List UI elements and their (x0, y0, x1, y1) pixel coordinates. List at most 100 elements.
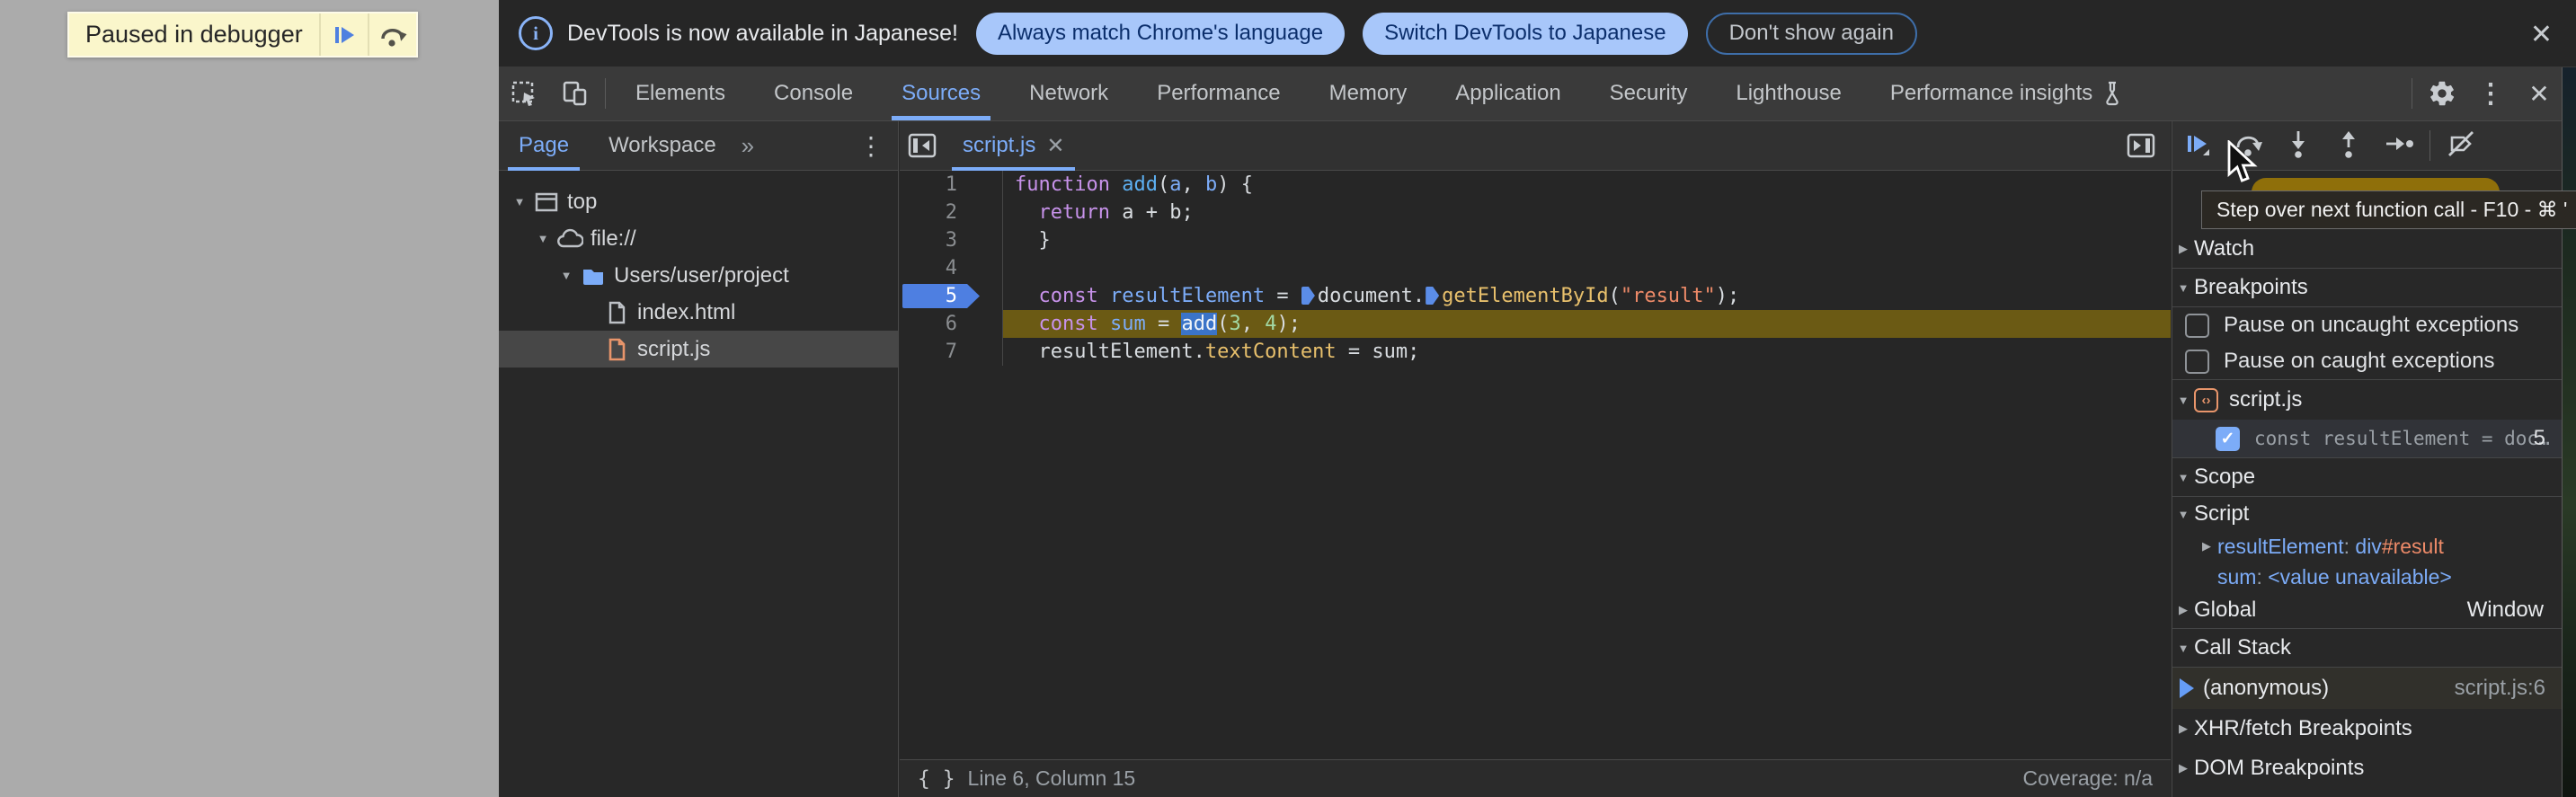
scope-var-sum[interactable]: ▶ sum: <value unavailable> (2172, 562, 2562, 592)
section-call-stack[interactable]: ▼ Call Stack (2172, 629, 2562, 668)
watch-label: Watch (2194, 236, 2255, 261)
scope-global-group[interactable]: ▶ Global Window (2172, 592, 2562, 629)
file-tree: ▼ top ▼ file:// ▼ Users/user/project index.htm… (499, 171, 898, 368)
collapse-right-icon (2127, 133, 2155, 158)
breakpoint-file-group[interactable]: ▼ ‹› script.js (2172, 380, 2562, 420)
tab-network[interactable]: Network (1005, 66, 1133, 120)
devtools-close-button[interactable]: ✕ (2515, 66, 2563, 120)
devtools-toolbar: Elements Console Sources Network Performance… (499, 66, 2576, 121)
tab-console[interactable]: Console (750, 66, 877, 120)
info-icon: i (519, 16, 553, 50)
step-button[interactable] (2374, 121, 2424, 170)
tree-item-label: file:// (591, 226, 636, 251)
scope-label: Scope (2194, 465, 2256, 489)
pause-uncaught-label: Pause on uncaught exceptions (2224, 313, 2519, 337)
chevron-right-icon: ▶ (2179, 722, 2188, 735)
navigator-menu-icon[interactable]: ⋮ (858, 131, 884, 161)
tab-page[interactable]: Page (499, 121, 589, 171)
scope-var-resultElement[interactable]: ▶ resultElement: div #result (2172, 531, 2562, 562)
gutter-line-3[interactable]: 3 (900, 226, 1003, 254)
chevron-right-icon: ▶ (2179, 761, 2188, 775)
inline-breakpoint-marker-icon[interactable] (1426, 287, 1440, 305)
caret-down-icon: ▼ (537, 232, 549, 245)
tab-application[interactable]: Application (1431, 66, 1585, 120)
switch-devtools-japanese-button[interactable]: Switch DevTools to Japanese (1363, 12, 1688, 55)
code-line-2: 2 return a + b; (900, 199, 2171, 226)
gutter-line-6[interactable]: 6 (900, 310, 1003, 338)
tree-item-top[interactable]: ▼ top (499, 183, 898, 220)
code-text-line-4[interactable] (1003, 254, 2171, 282)
breakpoint-entry-checkbox[interactable] (2216, 426, 2240, 451)
code-text-line-1[interactable]: function add(a, b) { (1003, 171, 2171, 199)
tree-item-file[interactable]: ▼ file:// (499, 220, 898, 257)
pretty-print-button[interactable]: { } (918, 767, 955, 791)
tab-security[interactable]: Security (1586, 66, 1712, 120)
tab-label: Memory (1328, 81, 1408, 105)
deactivate-breakpoints-button[interactable] (2436, 121, 2486, 170)
folder-icon (583, 269, 603, 285)
tree-item-users-user-project[interactable]: ▼ Users/user/project (499, 257, 898, 294)
gutter-line-7[interactable]: 7 (900, 338, 1003, 366)
step-icon (2383, 128, 2415, 164)
always-match-language-button[interactable]: Always match Chrome's language (975, 12, 1346, 55)
code-text-line-7[interactable]: resultElement.textContent = sum; (1003, 338, 2171, 366)
code-text-line-5[interactable]: const resultElement = document. getElemen… (1003, 282, 2171, 310)
current-frame-icon (2180, 678, 2194, 698)
tab-performance-insights[interactable]: Performance insights (1866, 66, 2147, 120)
tab-label: Security (1609, 81, 1688, 105)
tab-sources[interactable]: Sources (877, 66, 1005, 120)
gutter-line-5[interactable]: 5 (900, 282, 1003, 310)
resume-script-button[interactable] (318, 13, 368, 56)
chevron-down-icon: ▼ (2177, 641, 2190, 655)
tab-performance[interactable]: Performance (1133, 66, 1304, 120)
page-background: Paused in debugger (0, 0, 499, 797)
code-line-7: 7 resultElement.textContent = sum; (900, 338, 2171, 366)
toolbar-right-controls: ⋮ ✕ (2406, 66, 2563, 120)
gutter-line-1[interactable]: 1 (900, 171, 1003, 199)
step-over-button-page[interactable] (367, 13, 416, 56)
paused-banner-area: Step over next function call - F10 - ⌘ ' (2172, 171, 2576, 230)
section-scope[interactable]: ▼ Scope (2172, 458, 2562, 497)
step-over-tooltip: Step over next function call - F10 - ⌘ ' (2201, 190, 2576, 229)
section-breakpoints[interactable]: ▼ Breakpoints (2172, 269, 2562, 307)
section-xhr-breakpoints[interactable]: ▶ XHR/fetch Breakpoints (2172, 709, 2562, 748)
toggle-navigator-button[interactable] (900, 119, 945, 173)
breakpoint-entry[interactable]: const resultElement = doc… 5 (2172, 420, 2562, 458)
code-text-line-3[interactable]: } (1003, 226, 2171, 254)
scope-script-group[interactable]: ▼ Script (2172, 497, 2562, 531)
tree-item-index-html[interactable]: index.html (499, 294, 898, 331)
editor-tab-scriptjs[interactable]: script.js ✕ (950, 121, 1077, 171)
inspect-element-button[interactable] (499, 66, 549, 120)
code-text-line-2[interactable]: return a + b; (1003, 199, 2171, 226)
code-editor[interactable]: 1 function add(a, b) {2 return a + b; 3 } 4… (900, 171, 2171, 759)
resume-button[interactable] (2172, 121, 2223, 170)
chevron-double-right-icon[interactable]: » (742, 132, 754, 160)
gutter-line-2[interactable]: 2 (900, 199, 1003, 226)
tab-elements[interactable]: Elements (611, 66, 750, 120)
step-out-button[interactable] (2323, 121, 2374, 170)
tab-lighthouse[interactable]: Lighthouse (1711, 66, 1865, 120)
devtools-menu-button[interactable]: ⋮ (2466, 66, 2515, 120)
section-watch[interactable]: ▶ Watch (2172, 230, 2562, 269)
inline-breakpoint-marker-icon[interactable] (1301, 287, 1315, 305)
breakpoint-entry-line: 5 (2533, 426, 2545, 450)
gear-icon (2429, 81, 2455, 106)
tab-memory[interactable]: Memory (1305, 66, 1432, 120)
frame-icon (535, 192, 558, 211)
settings-button[interactable] (2418, 66, 2466, 120)
dont-show-again-button[interactable]: Don't show again (1705, 12, 1917, 55)
device-toolbar-button[interactable] (549, 66, 600, 120)
pause-uncaught-checkbox[interactable] (2185, 313, 2209, 338)
close-icon[interactable]: ✕ (1046, 133, 1064, 159)
gutter-line-4[interactable]: 4 (900, 254, 1003, 282)
section-dom-breakpoints[interactable]: ▶ DOM Breakpoints (2172, 748, 2562, 788)
call-frame-row[interactable]: (anonymous) script.js:6 (2172, 668, 2562, 709)
pause-caught-checkbox[interactable] (2185, 349, 2209, 374)
infobar-close-icon[interactable]: ✕ (2530, 19, 2553, 50)
toggle-debugger-sidebar-button[interactable] (2119, 119, 2163, 173)
step-over-button[interactable] (2223, 121, 2273, 170)
tree-item-script-js[interactable]: script.js (499, 331, 898, 368)
step-into-button[interactable] (2273, 121, 2323, 170)
code-text-line-6[interactable]: const sum = add(3, 4); (1003, 310, 2171, 338)
tab-workspace[interactable]: Workspace (589, 121, 736, 171)
